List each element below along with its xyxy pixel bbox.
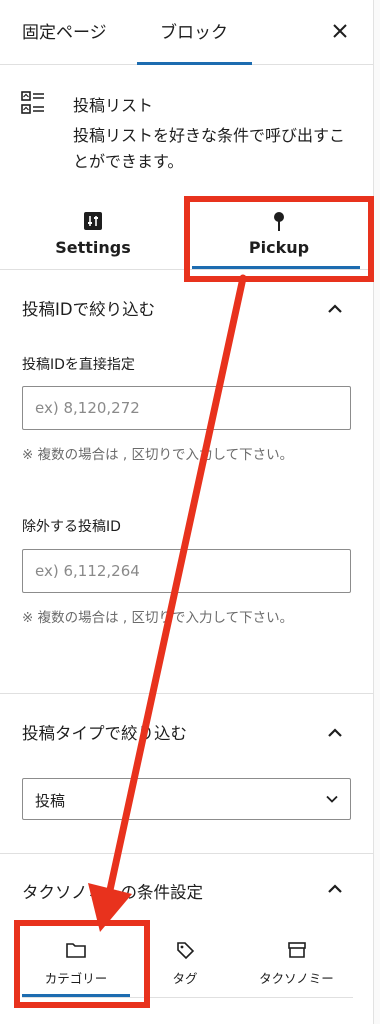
tag-icon [177, 942, 195, 960]
tab-taxonomy[interactable]: タクソノミー [240, 930, 353, 998]
include-ids-help: ※ 複数の場合は , 区切りで入力して下さい。 [22, 447, 294, 463]
close-icon[interactable] [329, 20, 351, 42]
post-type-selected: 投稿 [35, 792, 66, 810]
chevron-down-icon [326, 795, 338, 803]
archive-icon [287, 942, 306, 958]
tab-taxonomy-label: タクソノミー [259, 971, 334, 986]
panel-title-taxonomy[interactable]: タクソノミーの条件設定 [22, 879, 203, 903]
exclude-ids-input[interactable] [22, 549, 351, 593]
divider [0, 853, 373, 854]
exclude-ids-label: 除外する投稿ID [22, 519, 121, 535]
annotation-box-category [14, 920, 150, 1008]
chevron-up-icon[interactable] [326, 302, 344, 314]
tab-page[interactable]: 固定ページ [22, 18, 107, 43]
annotation-box-pickup [184, 196, 374, 282]
sliders-icon [84, 212, 102, 230]
tab-settings[interactable]: Settings [0, 190, 186, 270]
post-list-icon [21, 91, 44, 114]
chevron-up-icon[interactable] [326, 726, 344, 738]
block-title: 投稿リスト [73, 96, 154, 115]
include-ids-input[interactable] [22, 386, 351, 430]
include-ids-label: 投稿IDを直接指定 [22, 357, 135, 373]
sidebar-header-tabs: 固定ページ ブロック [0, 0, 373, 65]
block-description: 投稿リストを好きな条件で呼び出すことができます。 [73, 126, 346, 171]
tab-block[interactable]: ブロック [160, 18, 228, 43]
scrollbar-track[interactable] [373, 0, 380, 1024]
chevron-up-icon[interactable] [326, 882, 344, 894]
panel-title-id-filter[interactable]: 投稿IDで絞り込む [22, 296, 155, 320]
tab-settings-label: Settings [55, 238, 131, 257]
panel-title-post-type[interactable]: 投稿タイプで絞り込む [22, 720, 187, 744]
exclude-ids-help: ※ 複数の場合は , 区切りで入力して下さい。 [22, 610, 294, 626]
active-tab-indicator [137, 62, 252, 65]
divider [0, 693, 373, 694]
post-type-select[interactable]: 投稿 [22, 778, 351, 820]
